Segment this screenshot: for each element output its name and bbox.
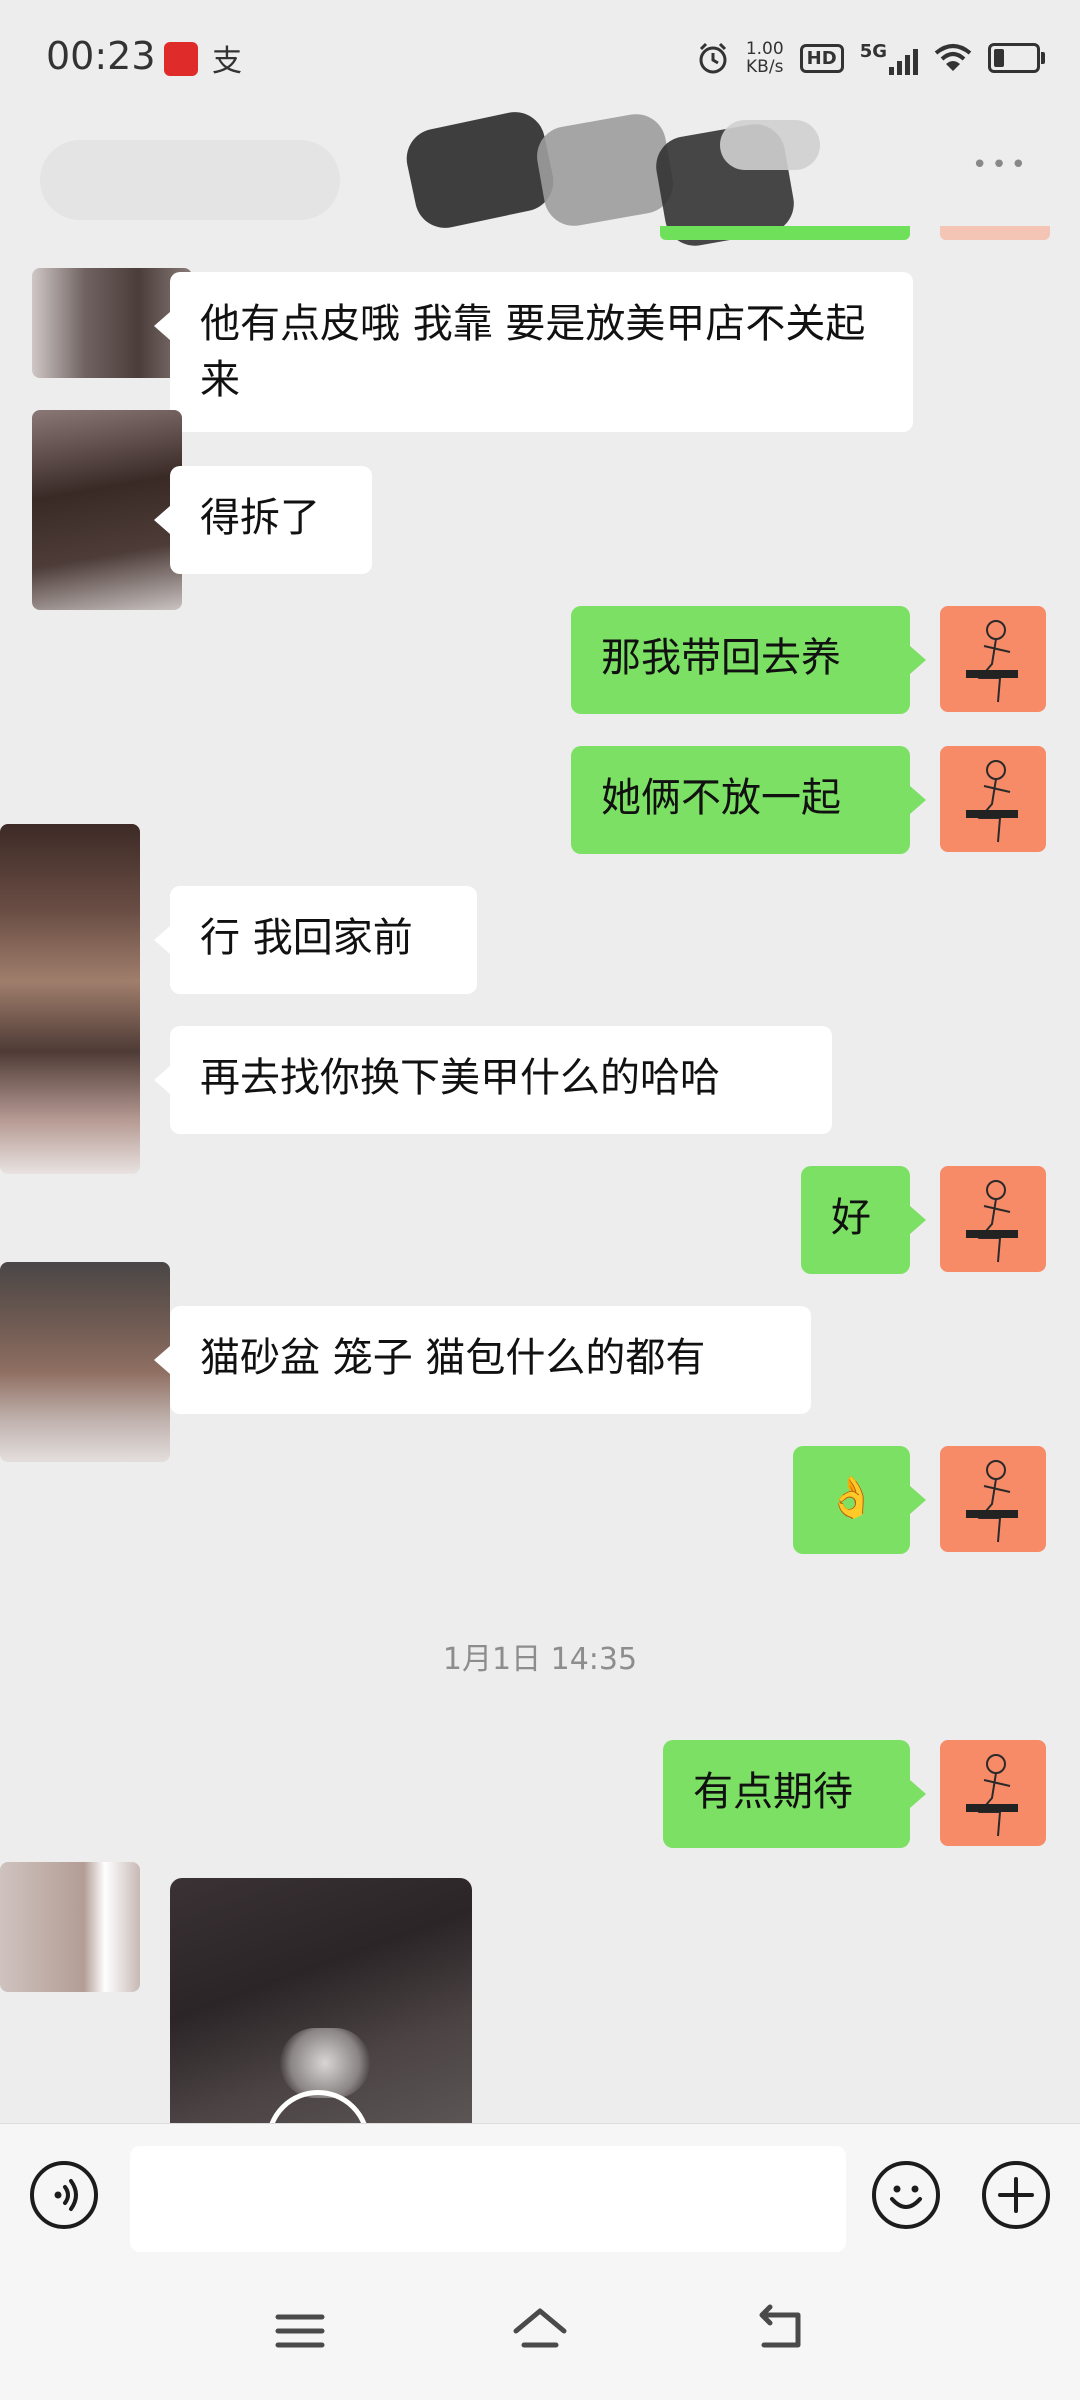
message-bubble-incoming[interactable]: 猫砂盆 笼子 猫包什么的都有 bbox=[154, 1306, 811, 1414]
message-input[interactable] bbox=[130, 2146, 846, 2252]
plus-icon[interactable] bbox=[982, 2161, 1050, 2229]
signal-bars-icon bbox=[889, 41, 918, 75]
network-speed: 1.00 KB/s bbox=[746, 40, 784, 76]
cell-signal: 5G bbox=[860, 41, 918, 75]
menu-icon[interactable] bbox=[270, 2301, 330, 2361]
network-speed-unit: KB/s bbox=[746, 57, 784, 77]
redacted-scribble bbox=[720, 120, 820, 170]
self-avatar[interactable] bbox=[940, 1740, 1046, 1846]
message-bubble-incoming[interactable]: 他有点皮哦 我靠 要是放美甲店不关起来 bbox=[154, 272, 913, 432]
message-bubble-outgoing[interactable]: 有点期待 bbox=[663, 1740, 926, 1848]
self-avatar[interactable] bbox=[940, 606, 1046, 712]
redacted-scribble bbox=[401, 106, 559, 234]
message-bubble-outgoing[interactable]: 她俩不放一起 bbox=[571, 746, 926, 854]
chat-input-bar bbox=[0, 2123, 1080, 2264]
message-bubble-incoming[interactable]: 行 我回家前 bbox=[154, 886, 477, 994]
voice-input-icon[interactable] bbox=[30, 2161, 98, 2229]
status-time: 00:23 bbox=[46, 34, 156, 78]
contact-avatar[interactable] bbox=[0, 1862, 140, 1992]
chat-header: ••• bbox=[0, 106, 1080, 251]
contact-avatar[interactable] bbox=[0, 824, 140, 1174]
status-bar: 00:23 支 1.00 KB/s HD 5G bbox=[0, 0, 1080, 120]
status-indicators: 1.00 KB/s HD 5G bbox=[696, 36, 1045, 80]
message-bubble-incoming[interactable]: 再去找你换下美甲什么的哈哈 bbox=[154, 1026, 832, 1134]
system-navigation-bar bbox=[0, 2263, 1080, 2400]
message-bubble-outgoing[interactable]: 👌 bbox=[793, 1446, 926, 1554]
back-icon[interactable] bbox=[750, 2301, 810, 2361]
self-avatar[interactable] bbox=[940, 1166, 1046, 1272]
hd-badge: HD bbox=[799, 43, 844, 73]
self-avatar[interactable] bbox=[940, 1446, 1046, 1552]
emoji-icon[interactable] bbox=[872, 2161, 940, 2229]
play-icon[interactable] bbox=[266, 2090, 370, 2123]
message-timestamp: 1月1日 14:35 bbox=[442, 1642, 638, 1677]
network-speed-value: 1.00 bbox=[745, 39, 784, 59]
more-options-icon[interactable]: ••• bbox=[972, 150, 1030, 180]
message-bubble-incoming[interactable]: 得拆了 bbox=[154, 466, 372, 574]
previous-avatar-edge bbox=[940, 226, 1050, 240]
previous-bubble-edge bbox=[660, 226, 910, 240]
battery-icon bbox=[988, 43, 1045, 73]
alarm-icon bbox=[699, 42, 727, 74]
home-icon[interactable] bbox=[510, 2301, 570, 2361]
message-bubble-outgoing[interactable]: 那我带回去养 bbox=[571, 606, 926, 714]
alipay-icon: 支 bbox=[212, 44, 242, 79]
wifi-icon bbox=[934, 44, 972, 71]
self-avatar[interactable] bbox=[940, 746, 1046, 852]
network-type: 5G bbox=[859, 41, 887, 62]
redacted-title bbox=[40, 140, 340, 220]
contact-avatar[interactable] bbox=[0, 1262, 170, 1462]
video-message-thumbnail[interactable] bbox=[170, 1878, 472, 2123]
video-thumbnail-subject bbox=[280, 2028, 370, 2098]
message-bubble-outgoing[interactable]: 好 bbox=[801, 1166, 926, 1274]
notification-app-icon bbox=[164, 42, 198, 76]
